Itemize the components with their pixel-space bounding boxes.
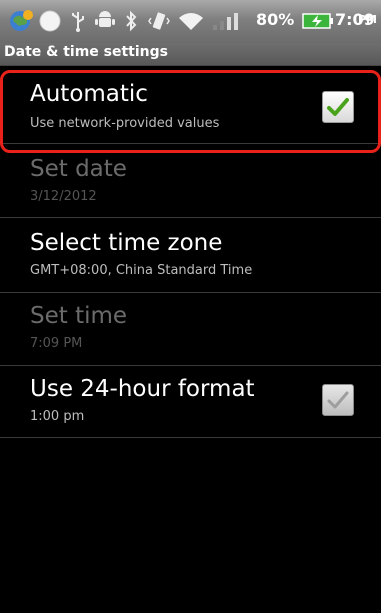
signal-icon: [212, 9, 240, 33]
bluetooth-icon: [124, 9, 138, 33]
setting-title: Select time zone: [30, 230, 223, 256]
weather-icon: [8, 9, 34, 33]
android-debug-icon: [94, 9, 116, 33]
battery-percent: 80%: [256, 10, 295, 29]
wifi-icon: [178, 9, 204, 33]
clock-ampm: PM: [358, 13, 378, 26]
setting-summary: 3/12/2012: [30, 189, 97, 204]
setting-summary: 1:00 pm: [30, 409, 85, 424]
setting-24-hour-format[interactable]: Use 24-hour format 1:00 pm: [0, 366, 381, 438]
setting-title: Set time: [30, 303, 128, 329]
highlight-box: [0, 70, 381, 153]
usb-icon: [70, 9, 86, 33]
checkmark-icon: [327, 391, 349, 409]
vibrate-icon: [148, 9, 170, 33]
setting-select-time-zone[interactable]: Select time zone GMT+08:00, China Standa…: [0, 218, 381, 293]
page-title: Date & time settings: [4, 44, 168, 60]
setting-set-date: Set date 3/12/2012: [0, 144, 381, 218]
setting-title: Set date: [30, 156, 127, 182]
setting-summary: GMT+08:00, China Standard Time: [30, 263, 253, 278]
status-bar: 80% 7:09 PM: [0, 0, 381, 43]
setting-title: Use 24-hour format: [30, 376, 255, 402]
page-title-bar: Date & time settings: [0, 43, 381, 66]
notification-ring-icon: [38, 9, 62, 33]
24-hour-checkbox[interactable]: [322, 384, 354, 416]
setting-summary: 7:09 PM: [30, 336, 83, 351]
setting-set-time: Set time 7:09 PM: [0, 293, 381, 366]
battery-charging-icon: [302, 9, 334, 33]
